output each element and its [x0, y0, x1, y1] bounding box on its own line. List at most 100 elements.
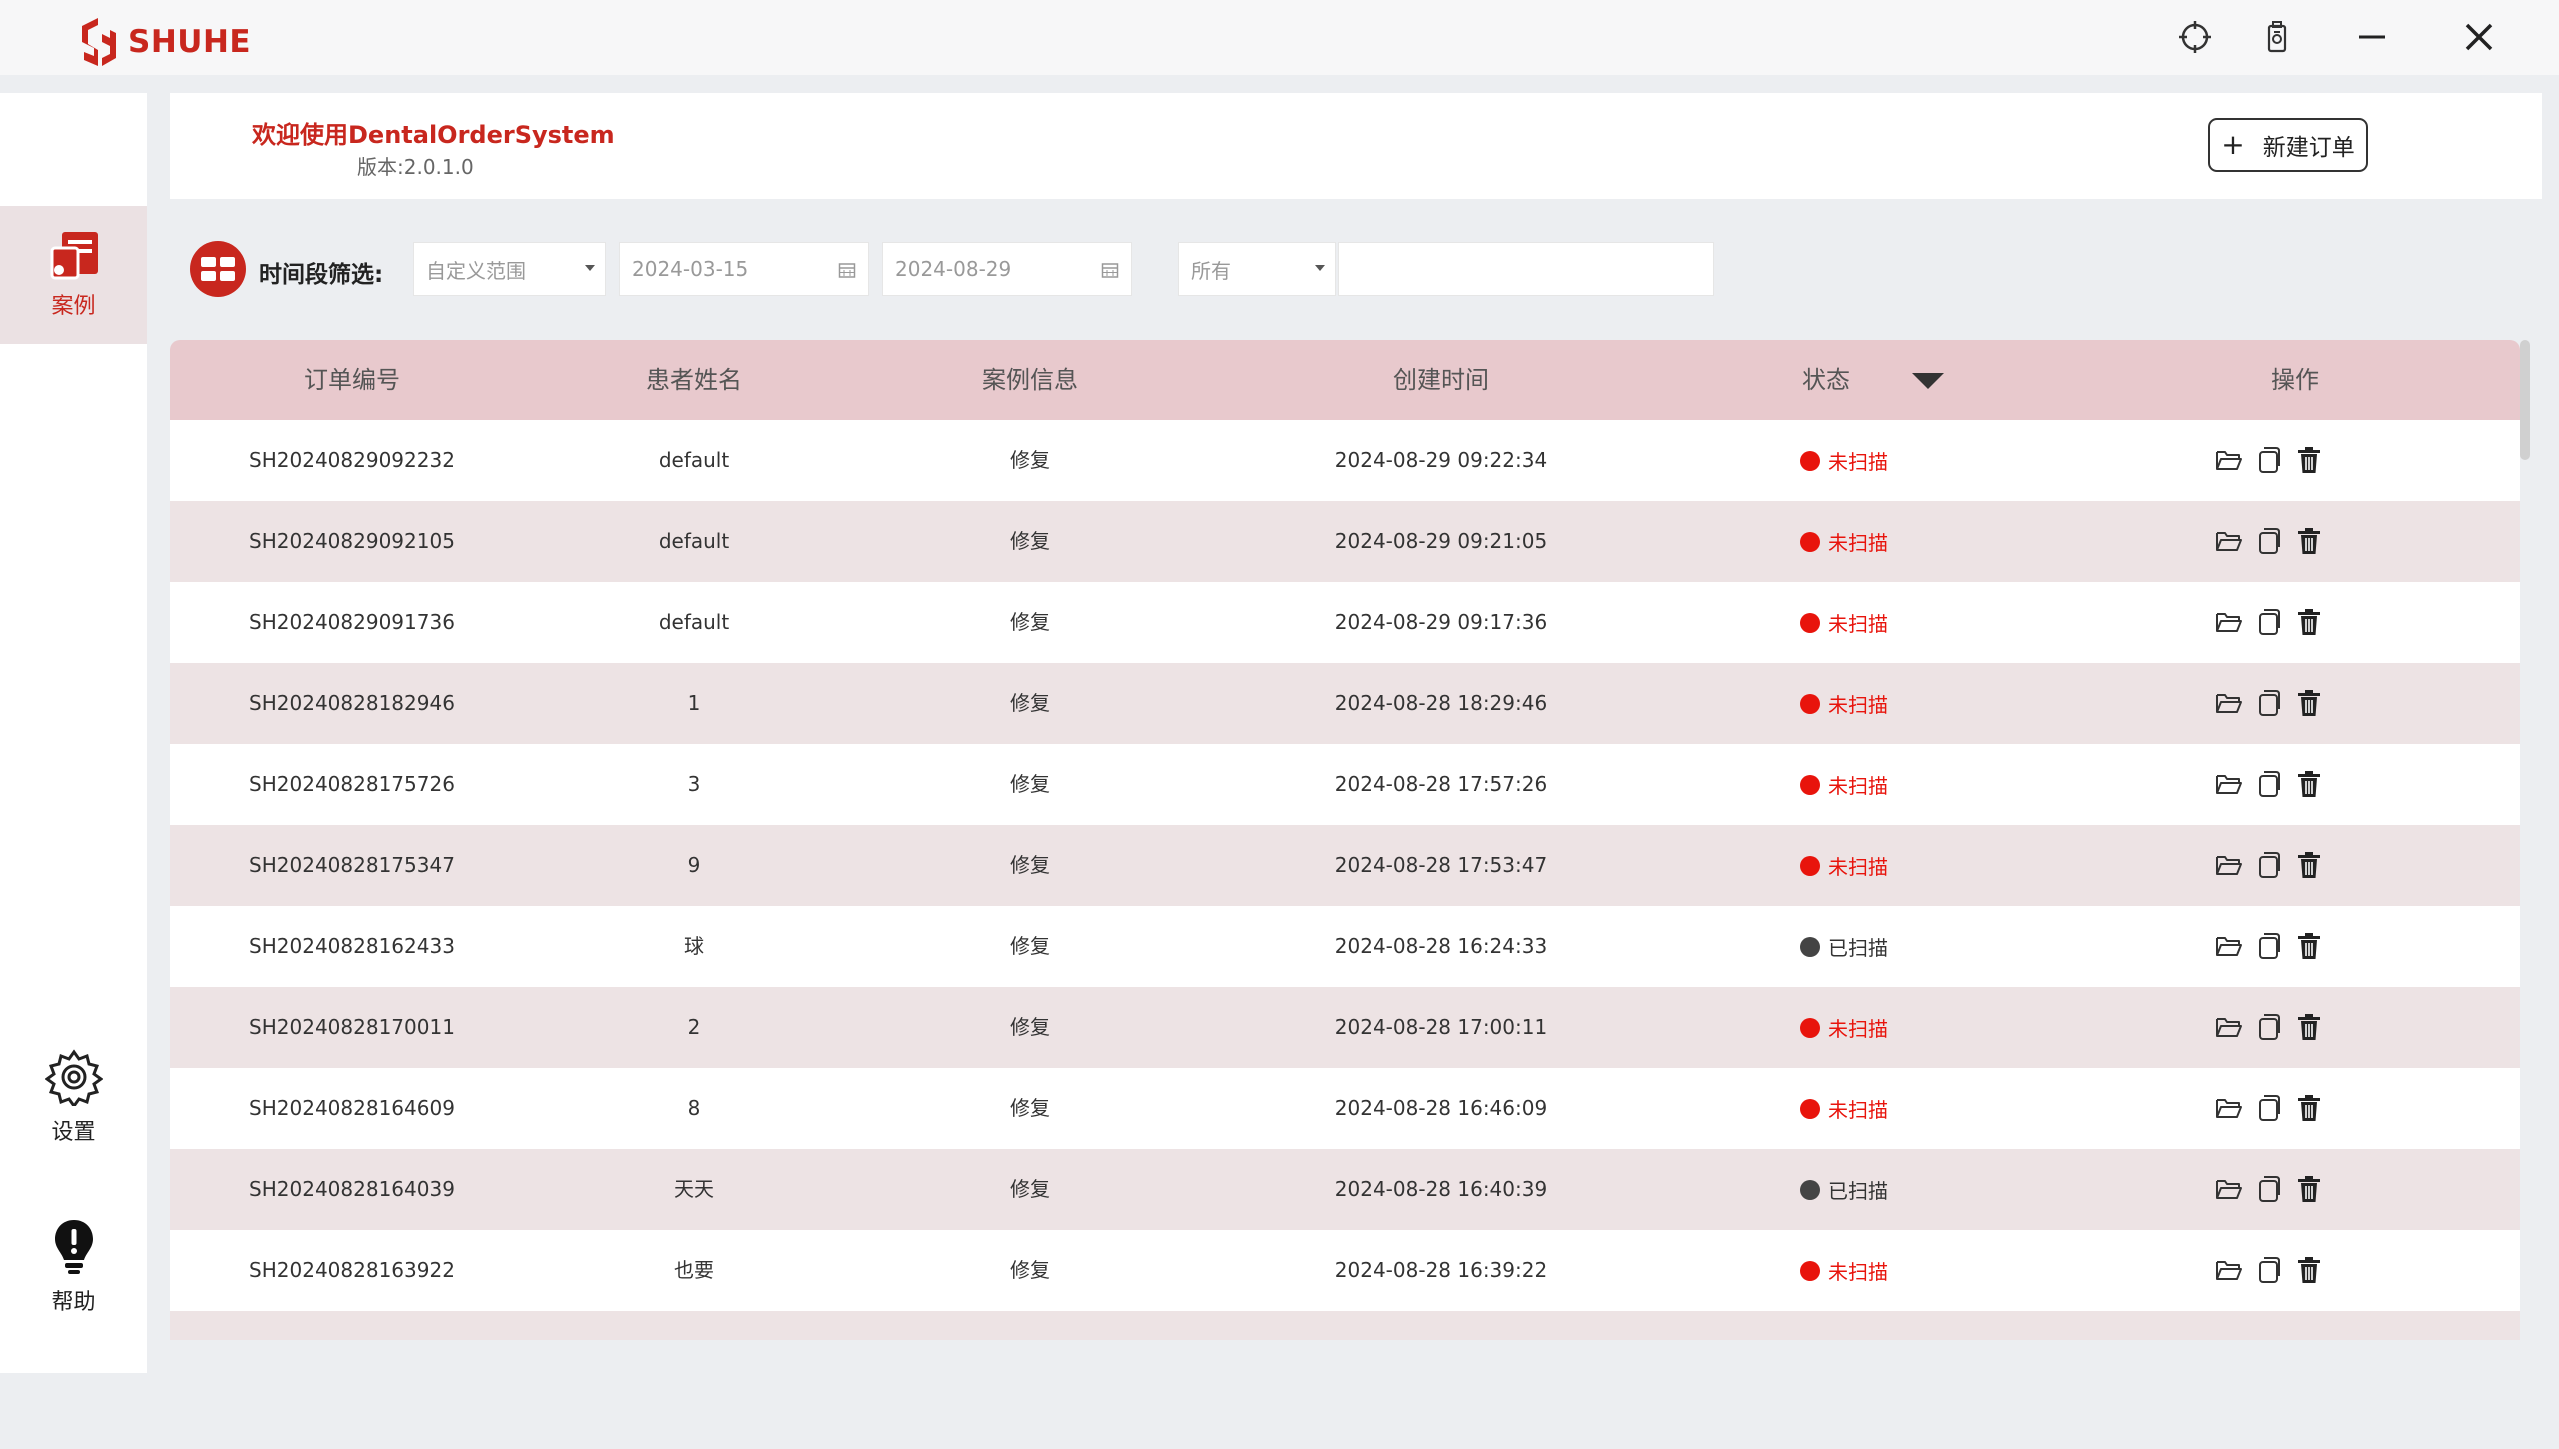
table-row[interactable]: SH20240829091736 default 修复 2024-08-29 09:1…: [170, 582, 2520, 663]
created-time: 2024-08-28 16:40:39: [1334, 1177, 1548, 1201]
folder-icon[interactable]: [2214, 768, 2244, 800]
column-header-case-info[interactable]: 案例信息: [854, 340, 1206, 420]
table-row[interactable]: SH20240828170011 2 修复 2024-08-28 17:00:11 未扫…: [170, 987, 2520, 1068]
table-row[interactable]: SH20240828175347 9 修复 2024-08-28 17:53:47 未扫…: [170, 825, 2520, 906]
folder-icon[interactable]: [2214, 606, 2244, 638]
trash-icon[interactable]: [2294, 1254, 2324, 1286]
folder-icon[interactable]: [2214, 1254, 2244, 1286]
sidebar-item-label: 设置: [51, 1120, 96, 1145]
column-header-patient[interactable]: 患者姓名: [534, 340, 854, 420]
plus-icon: +: [2221, 128, 2245, 161]
trash-icon[interactable]: [2294, 606, 2324, 638]
status-text: 未扫描: [1828, 855, 1888, 879]
crosshair-button[interactable]: [2170, 14, 2220, 60]
new-order-button[interactable]: + 新建订单: [2208, 118, 2368, 172]
trash-icon[interactable]: [2294, 444, 2324, 476]
folder-icon[interactable]: [2214, 525, 2244, 557]
folder-icon[interactable]: [2214, 1173, 2244, 1205]
order-number: SH20240828182946: [249, 691, 455, 715]
sort-down-icon[interactable]: [1911, 372, 1945, 390]
table-row[interactable]: SH20240828164609 8 修复 2024-08-28 16:46:09 未扫…: [170, 1068, 2520, 1149]
column-header-order-no[interactable]: 订单编号: [170, 340, 534, 420]
header-card: 欢迎使用DentalOrderSystem 版本:2.0.1.0 + 新建订单: [170, 93, 2542, 199]
copy-icon[interactable]: [2254, 1173, 2284, 1205]
status-select[interactable]: 所有: [1178, 242, 1336, 296]
column-header-actions: 操作: [2271, 366, 2319, 394]
folder-icon[interactable]: [2214, 1092, 2244, 1124]
trash-icon[interactable]: [2294, 930, 2324, 962]
end-date-value: 2024-08-29: [895, 257, 1012, 281]
table-row[interactable]: [170, 1311, 2520, 1340]
copy-icon[interactable]: [2254, 1254, 2284, 1286]
copy-icon[interactable]: [2254, 768, 2284, 800]
copy-icon[interactable]: [2254, 525, 2284, 557]
column-header-created[interactable]: 创建时间: [1206, 340, 1676, 420]
crosshair-icon: [2179, 21, 2211, 53]
status-badge: 已扫描: [1800, 906, 1888, 987]
table-row[interactable]: SH20240828162433 球 修复 2024-08-28 16:24:33 已扫…: [170, 906, 2520, 987]
logo-icon: [82, 18, 116, 66]
end-date-input[interactable]: 2024-08-29: [882, 242, 1132, 296]
row-actions: [2214, 768, 2324, 800]
case-info: 修复: [1010, 853, 1050, 877]
case-info: 修复: [1010, 1258, 1050, 1282]
status-badge: 已扫描: [1800, 1149, 1888, 1230]
patient-name: 天天: [674, 1177, 714, 1201]
patient-name: 1: [687, 691, 701, 715]
order-number: SH20240828175726: [249, 772, 455, 796]
order-number: SH20240828170011: [249, 1015, 455, 1039]
table-row[interactable]: SH20240828163922 也要 修复 2024-08-28 16:39:22 未…: [170, 1230, 2520, 1311]
trash-icon[interactable]: [2294, 849, 2324, 881]
folder-icon[interactable]: [2214, 444, 2244, 476]
filter-label: 时间段筛选:: [259, 262, 384, 288]
status-select-value: 所有: [1191, 258, 1231, 283]
case-info: 修复: [1010, 772, 1050, 796]
copy-icon[interactable]: [2254, 1092, 2284, 1124]
sidebar-item-settings[interactable]: 设置: [0, 1048, 147, 1146]
folder-icon[interactable]: [2214, 1011, 2244, 1043]
table-row[interactable]: SH20240828164039 天天 修复 2024-08-28 16:40:39 已…: [170, 1149, 2520, 1230]
device-button[interactable]: [2252, 14, 2302, 60]
close-button[interactable]: [2454, 14, 2504, 60]
order-number: SH20240828164039: [249, 1177, 455, 1201]
copy-icon[interactable]: [2254, 1011, 2284, 1043]
patient-name: 3: [687, 772, 701, 796]
copy-icon[interactable]: [2254, 444, 2284, 476]
table-row[interactable]: SH20240829092232 default 修复 2024-08-29 09:2…: [170, 420, 2520, 501]
column-header-status[interactable]: 状态: [1776, 340, 1876, 420]
folder-icon[interactable]: [2214, 687, 2244, 719]
brand-name: SHUHE: [128, 24, 252, 60]
search-input[interactable]: [1338, 242, 1714, 296]
status-text: 未扫描: [1828, 774, 1888, 798]
case-info: 修复: [1010, 691, 1050, 715]
trash-icon[interactable]: [2294, 687, 2324, 719]
sidebar-item-cases[interactable]: 案例: [0, 206, 147, 344]
copy-icon[interactable]: [2254, 930, 2284, 962]
sidebar-item-label: 帮助: [51, 1290, 96, 1315]
row-actions: [2214, 1173, 2324, 1205]
copy-icon[interactable]: [2254, 687, 2284, 719]
status-dot-icon: [1800, 1017, 1820, 1038]
created-time: 2024-08-29 09:17:36: [1334, 610, 1548, 634]
trash-icon[interactable]: [2294, 768, 2324, 800]
trash-icon[interactable]: [2294, 525, 2324, 557]
copy-icon[interactable]: [2254, 606, 2284, 638]
folder-icon[interactable]: [2214, 930, 2244, 962]
patient-name: 球: [684, 934, 704, 958]
created-time: 2024-08-28 17:00:11: [1334, 1015, 1548, 1039]
start-date-input[interactable]: 2024-03-15: [619, 242, 869, 296]
minimize-button[interactable]: [2347, 14, 2397, 60]
trash-icon[interactable]: [2294, 1092, 2324, 1124]
table-scrollbar[interactable]: [2520, 340, 2530, 460]
table-row[interactable]: SH20240829092105 default 修复 2024-08-29 09:2…: [170, 501, 2520, 582]
table-row[interactable]: SH20240828182946 1 修复 2024-08-28 18:29:46 未扫…: [170, 663, 2520, 744]
row-actions: [2214, 687, 2324, 719]
range-select[interactable]: 自定义范围: [413, 242, 606, 296]
sidebar-item-help[interactable]: 帮助: [0, 1218, 147, 1316]
copy-icon[interactable]: [2254, 849, 2284, 881]
folder-icon[interactable]: [2214, 849, 2244, 881]
trash-icon[interactable]: [2294, 1011, 2324, 1043]
trash-icon[interactable]: [2294, 1173, 2324, 1205]
status-dot-icon: [1800, 693, 1820, 714]
table-row[interactable]: SH20240828175726 3 修复 2024-08-28 17:57:26 未扫…: [170, 744, 2520, 825]
